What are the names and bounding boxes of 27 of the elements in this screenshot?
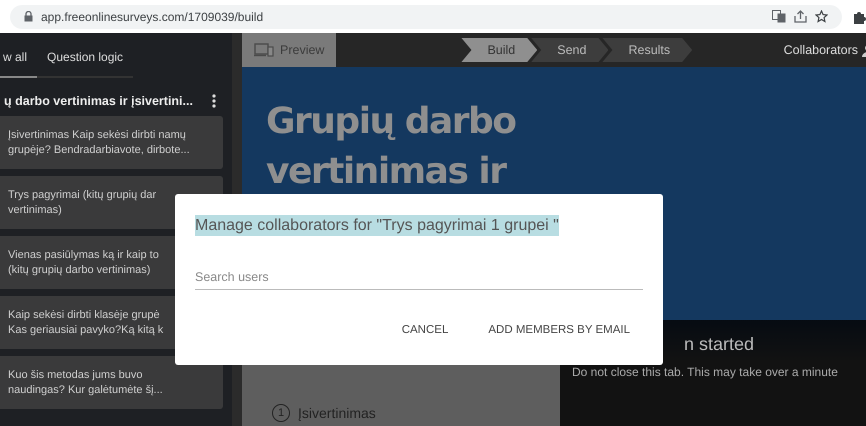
status-message: Do not close this tab. This may take over a minute (572, 365, 839, 379)
step-tab[interactable]: Build (461, 38, 538, 62)
puzzle-icon[interactable] (852, 10, 866, 24)
dialog-button[interactable]: ADD MEMBERS BY EMAIL (475, 320, 643, 340)
more-options-icon[interactable] (212, 94, 216, 108)
url-text: app.freeonlinesurveys.com/1709039/build (41, 10, 264, 24)
survey-heading: vertinimas ir (266, 150, 508, 194)
question-label: Įsivertinimas (298, 405, 376, 421)
address-bar[interactable]: app.freeonlinesurveys.com/1709039/build (10, 4, 842, 28)
step-tab[interactable]: Send (531, 38, 608, 62)
sidebar-tab[interactable]: Question logic (37, 50, 134, 78)
step-tab[interactable]: Results (602, 38, 692, 62)
status-heading: n started (683, 334, 756, 355)
lock-icon (24, 11, 33, 22)
devices-icon (254, 43, 274, 57)
collaborators-button[interactable]: Collaborators (780, 43, 862, 57)
dialog-title: Manage collaborators for "Trys pagyrimai 1 grupei " (195, 215, 559, 236)
survey-title: ų darbo vertinimas ir įsivertini... (4, 94, 193, 108)
question-number: 1 (272, 404, 290, 422)
share-icon[interactable] (794, 10, 807, 23)
survey-heading: Grupių darbo (266, 100, 517, 144)
sidebar-tab[interactable]: w all (0, 50, 38, 78)
star-icon[interactable] (815, 10, 828, 23)
question-card[interactable]: Kuo šis metodas jums buvo naudingas? Kur galėtumėte šį... (0, 356, 223, 409)
dialog-button[interactable]: CANCEL (388, 320, 462, 340)
translate-icon[interactable] (772, 10, 786, 23)
question-card[interactable]: Įsivertinimas Kaip sekėsi dirbti namų grupėje? Bendradarbiavote, dirbote... (0, 116, 223, 169)
